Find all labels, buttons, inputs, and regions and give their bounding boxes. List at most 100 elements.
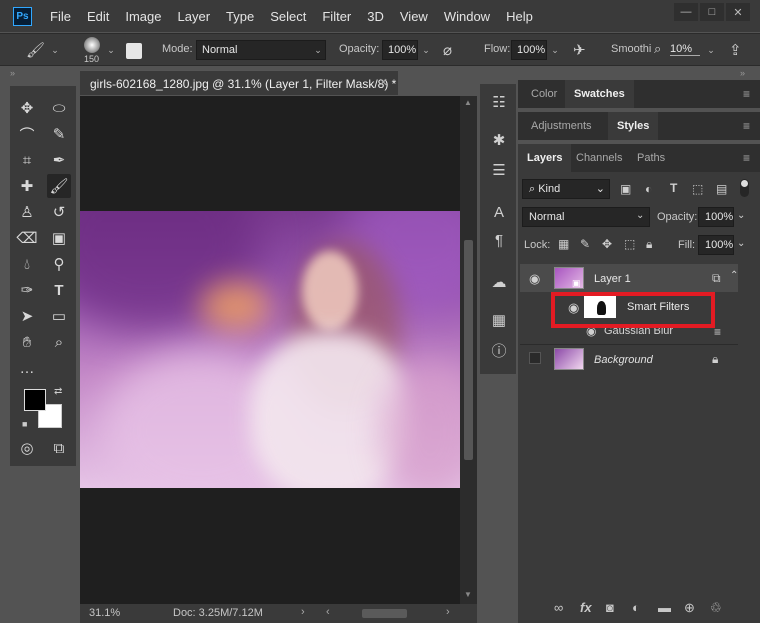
layer-name[interactable]: Layer 1 [594,273,631,285]
layer-row-layer1[interactable]: ◉ ▣ Layer 1 ⧉ ⌃ [520,264,738,292]
menu-select[interactable]: Select [262,9,314,24]
eyedropper-icon[interactable]: ✒ [47,148,71,172]
fill-input[interactable]: 100% [698,235,734,255]
history-icon[interactable]: ☷ [489,92,509,112]
tab-styles[interactable]: Styles [608,112,659,140]
menu-file[interactable]: File [42,9,79,24]
marquee-icon[interactable]: ⬭ [47,96,71,120]
menu-help[interactable]: Help [498,9,541,24]
pressure-opacity-icon[interactable]: ⌀ [443,41,452,59]
close-window-button[interactable]: ✕ [726,3,750,21]
type-icon[interactable]: T [47,278,71,302]
chevron-down-icon[interactable]: ⌄ [48,40,62,60]
healing-icon[interactable]: ✚ [15,174,39,198]
airbrush-icon[interactable]: ✈︎ [573,41,586,59]
tab-swatches[interactable]: Swatches [565,80,634,108]
character-icon[interactable]: A [489,202,509,222]
menu-type[interactable]: Type [218,9,262,24]
paragraph-icon[interactable]: ¶ [489,230,509,250]
pen-icon[interactable]: ✑ [15,278,39,302]
panel-menu-icon[interactable]: ≡ [743,151,750,165]
tab-layers[interactable]: Layers [518,144,572,172]
move-icon[interactable]: ✥ [15,96,39,120]
artboard-lock-icon[interactable]: ⬚ [624,237,635,251]
scroll-up-icon[interactable]: ▲ [464,98,472,107]
smoothing-input[interactable]: 10% [670,43,700,56]
path-select-icon[interactable]: ➤ [15,304,39,328]
scroll-down-icon[interactable]: ▼ [464,590,472,599]
zoom-level[interactable]: 31.1% [89,607,120,619]
chevron-down-icon[interactable]: ⌄ [737,210,745,221]
minimize-button[interactable]: — [674,3,698,21]
document-tab[interactable]: girls-602168_1280.jpg @ 31.1% (Layer 1, … [80,70,398,95]
visibility-toggle[interactable] [529,352,541,364]
3d-icon[interactable]: ▦ [489,310,509,330]
menu-image[interactable]: Image [117,9,169,24]
lasso-icon[interactable]: ⌒ [15,122,39,146]
tab-channels[interactable]: Channels [567,144,631,172]
chevron-down-icon[interactable]: ⌄ [419,40,433,60]
libraries-icon[interactable]: ☁︎ [489,272,509,292]
lock-position-icon[interactable]: ✥ [602,237,612,251]
quick-select-icon[interactable]: ✎ [47,122,71,146]
lock-icon[interactable]: 🔒︎ [712,352,718,367]
tab-paths[interactable]: Paths [628,144,674,172]
type-filter-icon[interactable]: T [670,181,677,195]
smart-object-filter-icon[interactable]: ▤ [716,182,727,196]
chevron-down-icon[interactable]: ⌄ [704,40,718,60]
scroll-right-icon[interactable]: › [446,606,450,618]
menu-window[interactable]: Window [436,9,498,24]
brush-tool-icon[interactable]: 🖌︎ [47,174,71,198]
menu-3d[interactable]: 3D [359,9,392,24]
share-icon[interactable]: ⇪ [729,41,742,59]
add-mask-icon[interactable]: ◙ [606,600,614,615]
brush-settings-icon[interactable]: ✱ [489,130,509,150]
collapse-arrows-icon[interactable]: » [740,68,745,78]
stamp-icon[interactable]: ♙ [15,200,39,224]
blend-mode-select[interactable]: Normal [522,207,650,227]
screen-mode-icon[interactable]: ⧉ [47,436,71,460]
trash-icon[interactable]: ♲ [710,600,722,616]
foreground-color-swatch[interactable] [24,389,46,411]
mode-select[interactable]: Normal [196,40,326,60]
flow-input[interactable]: 100% [511,40,547,60]
tab-adjustments[interactable]: Adjustments [522,112,601,140]
more-tools-icon[interactable]: … [15,356,39,380]
panel-menu-icon[interactable]: ≡ [743,87,750,101]
link-layers-icon[interactable]: ∞ [554,600,563,615]
swap-colors-icon[interactable]: ⇄ [54,386,62,397]
hand-icon[interactable]: ✋︎ [15,330,39,354]
rectangle-icon[interactable]: ▭ [47,304,71,328]
default-colors-icon[interactable]: ■ [22,419,27,429]
brush-icon[interactable]: 🖌︎ [26,41,45,59]
pixel-filter-icon[interactable]: ▣ [620,182,631,196]
scroll-left-icon[interactable]: ‹ [326,606,330,618]
status-expand-icon[interactable]: › [301,606,305,618]
properties-icon[interactable]: ☰ [489,160,509,180]
fx-icon[interactable]: fx [580,600,592,615]
lock-transparent-icon[interactable]: ▦ [558,237,569,251]
collapse-arrows-icon[interactable]: » [10,68,15,78]
menu-filter[interactable]: Filter [314,9,359,24]
chevron-down-icon[interactable]: ⌄ [548,40,562,60]
layer-opacity-input[interactable]: 100% [698,207,734,227]
lock-icon[interactable]: 🔒︎ [646,237,652,252]
adjustment-layer-icon[interactable]: ◐ [632,600,640,615]
filter-toggle[interactable] [740,179,749,197]
crop-icon[interactable]: ⌗ [15,148,39,172]
opacity-input[interactable]: 100% [382,40,418,60]
scrollbar-thumb[interactable] [464,240,473,460]
gradient-icon[interactable]: ▣ [47,226,71,250]
group-icon[interactable]: ▬ [658,600,671,615]
close-icon[interactable]: ✕ [379,76,388,89]
panel-menu-icon[interactable]: ≡ [743,119,750,133]
maximize-button[interactable]: □ [700,3,724,21]
history-brush-icon[interactable]: ↺ [47,200,71,224]
eraser-icon[interactable]: ⌫ [15,226,39,250]
brush-preview-icon[interactable] [84,37,100,53]
shape-filter-icon[interactable]: ⬚ [692,182,703,196]
lock-pixels-icon[interactable]: ✎ [580,237,590,251]
menu-view[interactable]: View [392,9,436,24]
filter-options-icon[interactable]: ≡ [714,325,721,339]
tab-color[interactable]: Color [522,80,566,108]
